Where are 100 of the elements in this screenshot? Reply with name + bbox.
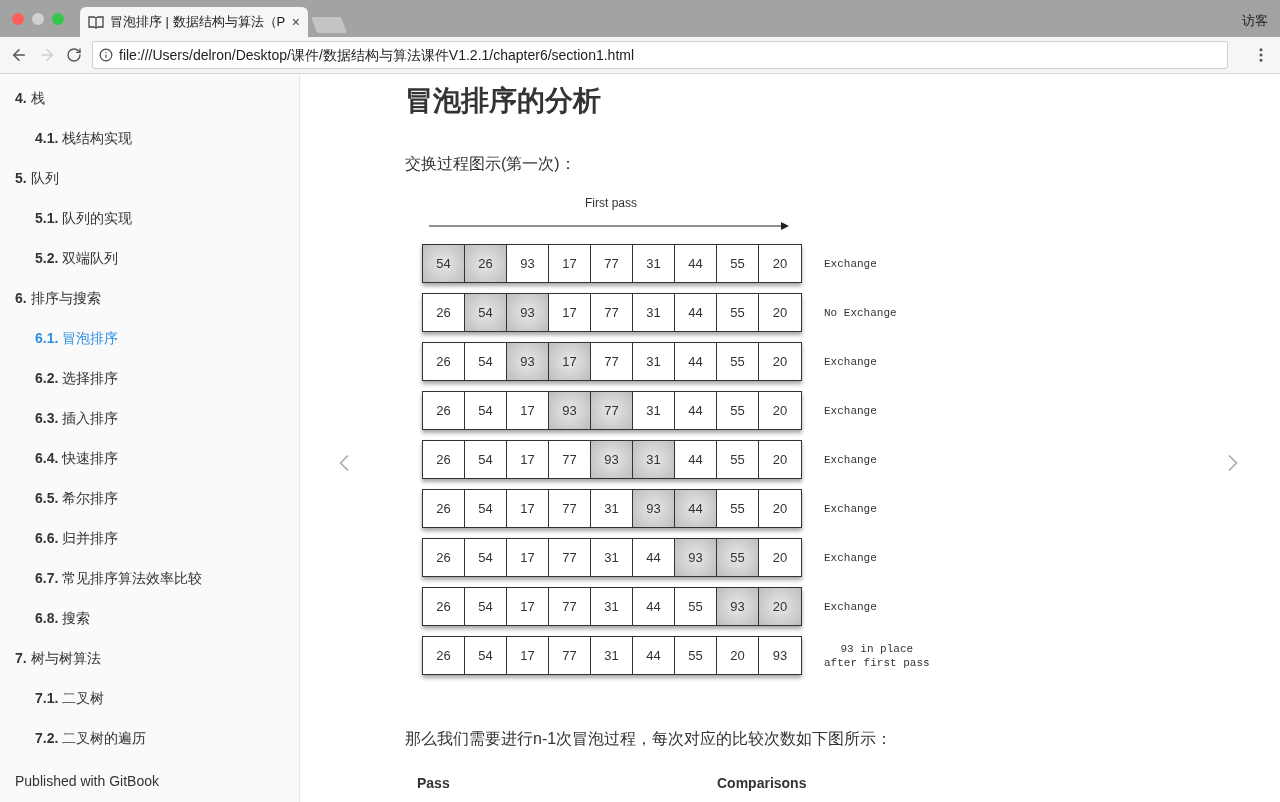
array-cell: 17 [549,343,591,380]
sidebar-item[interactable]: 7.1. 二叉树 [0,678,299,718]
array-cell: 54 [465,490,507,527]
step-note: No Exchange [824,305,897,320]
sidebar-item[interactable]: 6.5. 希尔排序 [0,478,299,518]
array-cell: 55 [717,343,759,380]
address-field[interactable]: file:///Users/delron/Desktop/课件/数据结构与算法课件V1.2.1/chapter6/section1.html [92,41,1228,69]
step-note: Exchange [824,403,877,418]
array-cell: 31 [591,637,633,674]
array-cell: 26 [423,490,465,527]
sidebar-item[interactable]: 6.8. 搜索 [0,598,299,638]
step-note: Exchange [824,550,877,565]
new-tab-button[interactable] [311,17,347,33]
array-cell: 55 [717,441,759,478]
array-cell: 20 [759,539,801,576]
array-cell: 20 [759,588,801,625]
array-cell: 26 [423,441,465,478]
array-cell: 77 [591,245,633,282]
sidebar-item[interactable]: 6.2. 选择排序 [0,358,299,398]
array-cell: 26 [465,245,507,282]
minimize-window-icon[interactable] [32,13,44,25]
array-cell: 17 [507,441,549,478]
array-cell: 26 [423,539,465,576]
profile-name[interactable]: 访客 [1242,11,1268,31]
step-note: Exchange [824,452,877,467]
page-heading: 冒泡排序的分析 [405,84,602,118]
sidebar-item[interactable]: 6.4. 快速排序 [0,438,299,478]
array-cell: 55 [717,539,759,576]
reload-icon[interactable] [66,47,82,63]
array-cell: 54 [465,441,507,478]
zoom-window-icon[interactable] [52,13,64,25]
array-cell: 17 [507,588,549,625]
sidebar-item[interactable]: 6. 排序与搜索 [0,278,299,318]
array-cell: 93 [591,441,633,478]
browser-tab[interactable]: 冒泡排序 | 数据结构与算法（P × [80,7,308,37]
array-cell: 31 [633,441,675,478]
sidebar-item[interactable]: 4.1. 栈结构实现 [0,118,299,158]
sidebar-item[interactable]: 5. 队列 [0,158,299,198]
sidebar-item[interactable]: 7. 树与树算法 [0,638,299,678]
array-cell: 20 [759,343,801,380]
array-cell: 20 [759,441,801,478]
array-cell: 54 [465,392,507,429]
sidebar-item[interactable]: 7.2. 二叉树的遍历 [0,718,299,758]
array-cell: 77 [591,343,633,380]
sidebar-item[interactable]: 5.2. 双端队列 [0,238,299,278]
array-cell: 26 [423,588,465,625]
sidebar-item[interactable]: 6.6. 归并排序 [0,518,299,558]
array-cell: 31 [591,539,633,576]
array-cell: 93 [759,637,801,674]
step-note: Exchange [824,501,877,516]
array-cell: 20 [759,392,801,429]
step-note: Exchange [824,599,877,614]
array-cell: 17 [549,245,591,282]
array-cell: 17 [507,392,549,429]
array-cell: 77 [591,392,633,429]
array-cell: 26 [423,294,465,331]
array-cell: 55 [675,588,717,625]
array-cell: 44 [675,392,717,429]
publisher-link[interactable]: Published with GitBook [15,771,299,792]
array-cell: 93 [633,490,675,527]
array-cell: 26 [423,637,465,674]
array-cell: 54 [465,539,507,576]
array-cell: 54 [465,343,507,380]
back-icon[interactable] [10,46,28,64]
array-cell: 54 [465,588,507,625]
array-cell: 26 [423,392,465,429]
array-cell: 31 [633,294,675,331]
array-cell: 44 [675,294,717,331]
array-cell: 20 [759,490,801,527]
column-header: Comparisons [716,774,808,793]
array-cell: 31 [633,343,675,380]
array-cell: 77 [549,441,591,478]
sidebar-item[interactable]: 6.3. 插入排序 [0,398,299,438]
array-cell: 93 [507,245,549,282]
array-cell: 31 [633,392,675,429]
array-cell: 93 [549,392,591,429]
array-cell: 55 [717,490,759,527]
sidebar-item[interactable]: 4. 栈 [0,78,299,118]
array-cell: 55 [717,245,759,282]
close-tab-button[interactable]: × [291,11,300,33]
sidebar-item[interactable]: 6.7. 常见排序算法效率比较 [0,558,299,598]
close-window-icon[interactable] [12,13,24,25]
array-cell: 54 [423,245,465,282]
array-cell: 44 [675,490,717,527]
array-cell: 17 [549,294,591,331]
array-cell: 31 [633,245,675,282]
array-cell: 44 [633,637,675,674]
sidebar-item[interactable]: 5.1. 队列的实现 [0,198,299,238]
array-cell: 17 [507,490,549,527]
tab-title: 冒泡排序 | 数据结构与算法（P [110,13,286,32]
array-cell: 44 [633,588,675,625]
array-cell: 44 [633,539,675,576]
array-cell: 17 [507,539,549,576]
url-text: file:///Users/delron/Desktop/课件/数据结构与算法课件V1.2.1/chapter6/section1.html [119,45,635,65]
array-cell: 17 [507,637,549,674]
book-icon [88,15,104,29]
array-cell: 44 [675,441,717,478]
array-cell: 20 [759,245,801,282]
diagram-title: First pass [585,195,638,212]
step-note: Exchange [824,256,877,271]
